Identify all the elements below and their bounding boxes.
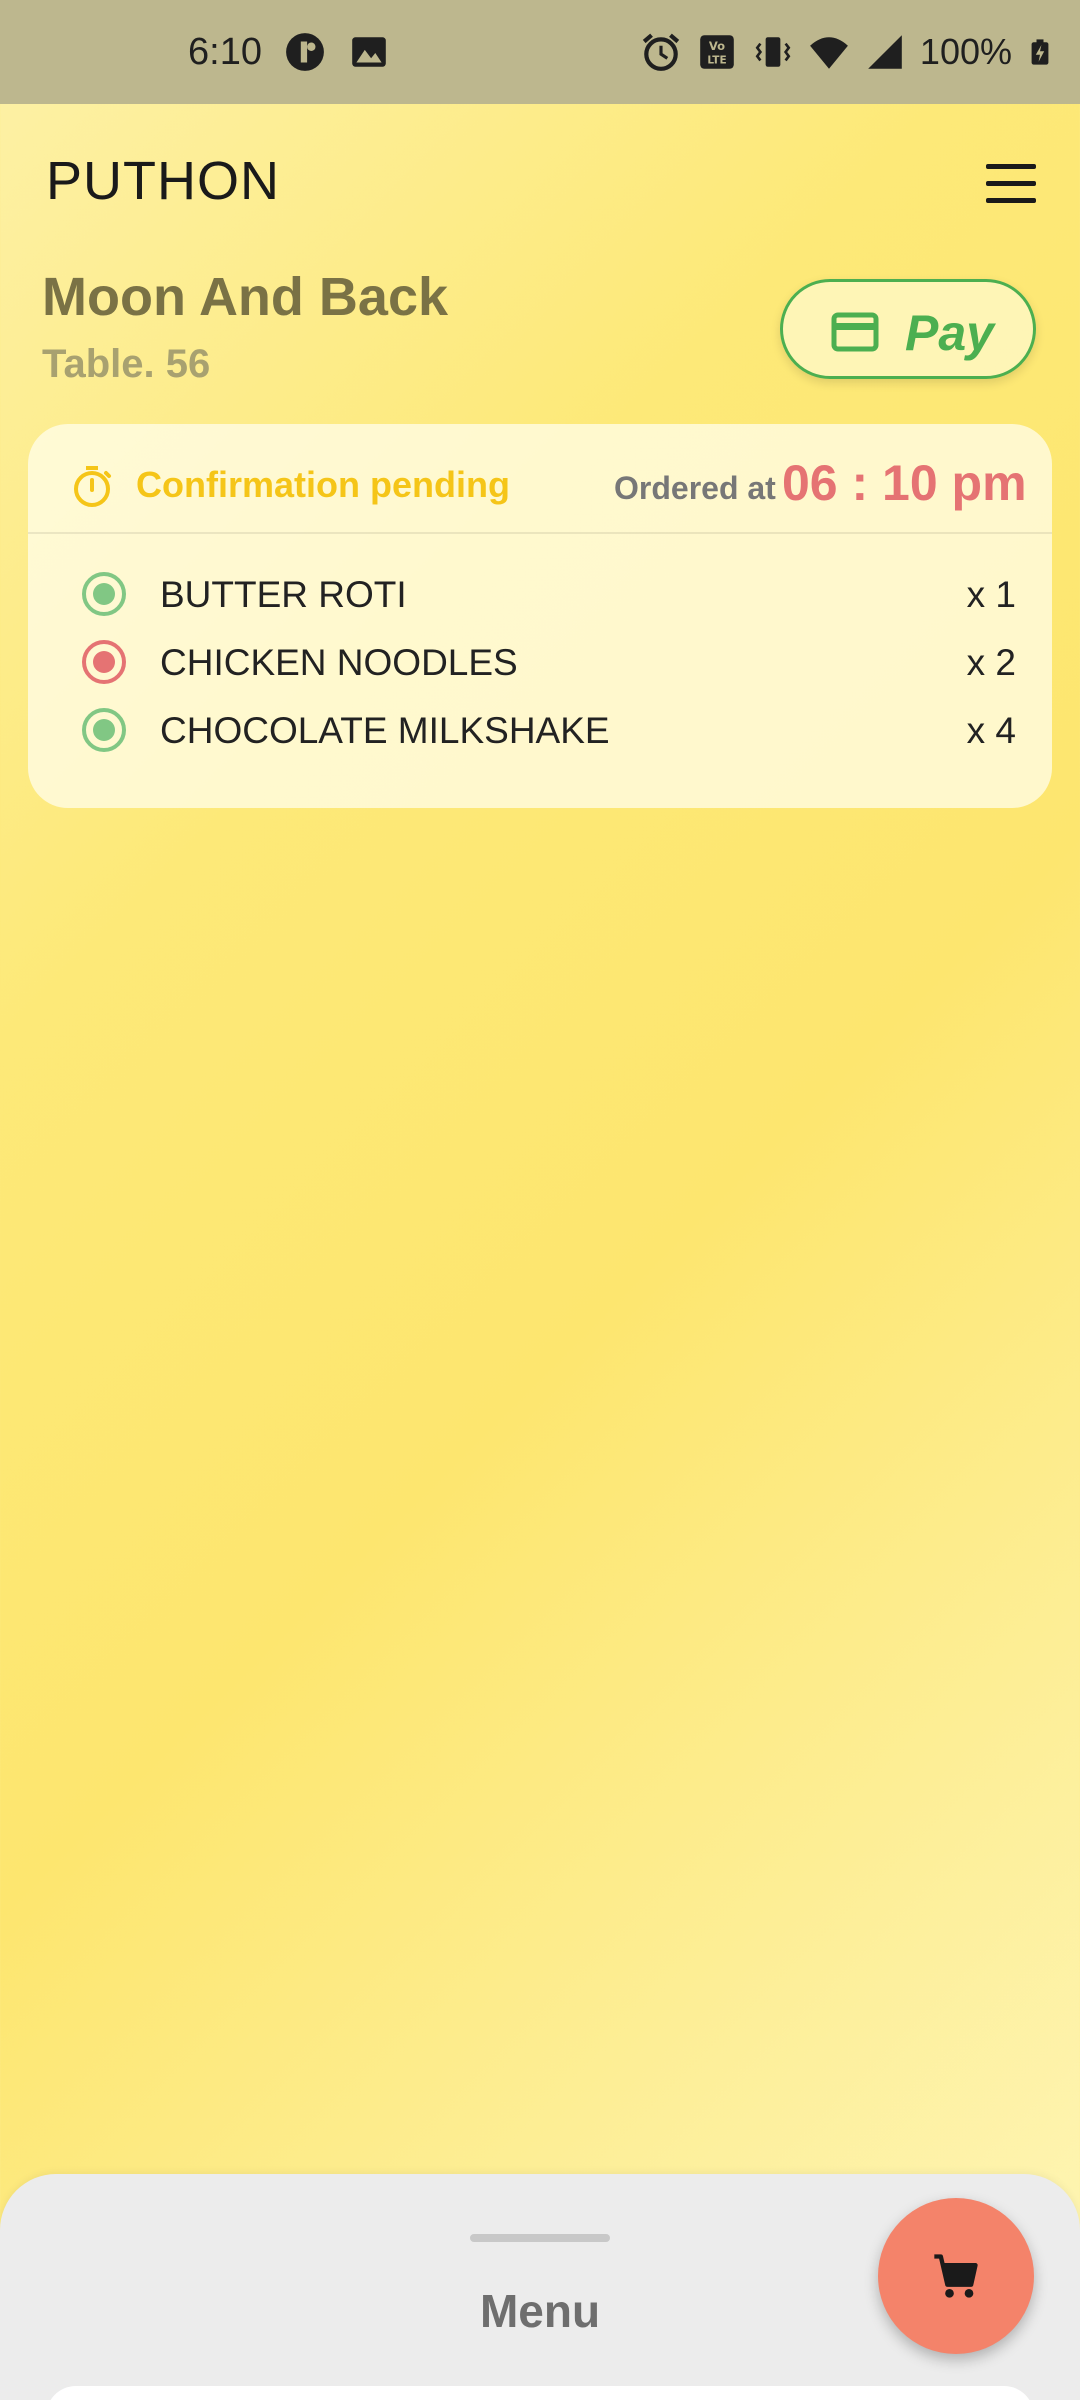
item-name: CHOCOLATE MILKSHAKE bbox=[160, 710, 610, 751]
order-item: CHOCOLATE MILKSHAKE x 4 bbox=[28, 700, 1052, 760]
battery-charging-icon bbox=[1031, 39, 1049, 65]
veg-indicator-icon bbox=[82, 708, 126, 752]
signal-icon bbox=[868, 35, 902, 69]
ordered-at-label: Ordered at bbox=[614, 470, 776, 506]
item-quantity: x 2 bbox=[966, 642, 1016, 683]
battery-percent: 100% bbox=[919, 31, 1012, 72]
order-card[interactable]: Confirmation pending Ordered at 06 : 10 … bbox=[28, 424, 1052, 808]
pay-label: Pay bbox=[905, 305, 994, 361]
image-icon bbox=[352, 37, 386, 67]
restaurant-name: Moon And Back bbox=[42, 267, 449, 327]
ordered-at-time: 06 : 10 pm bbox=[782, 455, 1027, 511]
svg-text:LTE: LTE bbox=[707, 55, 726, 67]
pay-button[interactable]: Pay bbox=[780, 279, 1036, 379]
alarm-icon bbox=[642, 33, 680, 71]
drag-handle[interactable] bbox=[470, 2234, 610, 2242]
vibrate-icon bbox=[755, 37, 791, 67]
hamburger-menu-icon[interactable] bbox=[982, 160, 1038, 208]
status-bar: 6:10 Vo LTE 100% bbox=[0, 0, 1080, 104]
non-veg-indicator-icon bbox=[82, 640, 126, 684]
status-left: 6:10 bbox=[188, 0, 390, 104]
item-quantity: x 4 bbox=[966, 710, 1016, 751]
cart-button[interactable] bbox=[878, 2198, 1034, 2354]
order-header: Confirmation pending Ordered at 06 : 10 … bbox=[28, 424, 1052, 534]
volte-icon: Vo LTE bbox=[700, 35, 734, 69]
veg-indicator-icon bbox=[82, 572, 126, 616]
cart-icon bbox=[934, 2254, 978, 2298]
sheet-content bbox=[46, 2386, 1034, 2400]
threads-icon bbox=[286, 33, 324, 71]
order-status: Confirmation pending bbox=[136, 464, 510, 505]
item-name: CHICKEN NOODLES bbox=[160, 642, 518, 683]
status-time: 6:10 bbox=[188, 30, 262, 73]
order-item: CHICKEN NOODLES x 2 bbox=[28, 632, 1052, 692]
order-item: BUTTER ROTI x 1 bbox=[28, 564, 1052, 624]
item-name: BUTTER ROTI bbox=[160, 574, 407, 615]
wifi-icon bbox=[810, 37, 848, 69]
svg-text:Vo: Vo bbox=[709, 39, 725, 53]
stopwatch-icon bbox=[74, 466, 111, 507]
item-quantity: x 1 bbox=[966, 574, 1016, 615]
credit-card-icon bbox=[831, 312, 879, 352]
status-right: Vo LTE 100% bbox=[640, 0, 1054, 104]
table-number: Table. 56 bbox=[42, 342, 211, 386]
app-title: PUTHON bbox=[46, 151, 280, 211]
